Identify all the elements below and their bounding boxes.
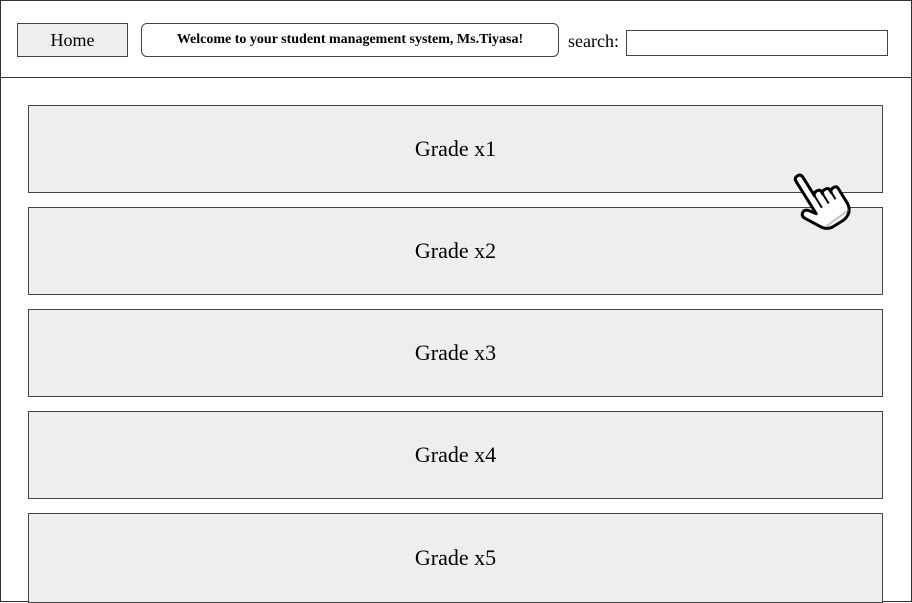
app-window: [0, 0, 912, 602]
grade-card-x5[interactable]: Grade x5: [28, 513, 883, 603]
welcome-banner: Welcome to your student management syste…: [141, 23, 559, 57]
grade-card-x4[interactable]: Grade x4: [28, 411, 883, 499]
home-button[interactable]: Home: [17, 23, 128, 57]
grade-card-x1[interactable]: Grade x1: [28, 105, 883, 193]
header-bar: Home Welcome to your student management …: [0, 0, 912, 78]
search-label: search:: [568, 31, 619, 51]
search-input[interactable]: [626, 30, 888, 56]
hand-pointer-icon: [793, 173, 851, 230]
grade-card-x2[interactable]: Grade x2: [28, 207, 883, 295]
grade-card-x3[interactable]: Grade x3: [28, 309, 883, 397]
